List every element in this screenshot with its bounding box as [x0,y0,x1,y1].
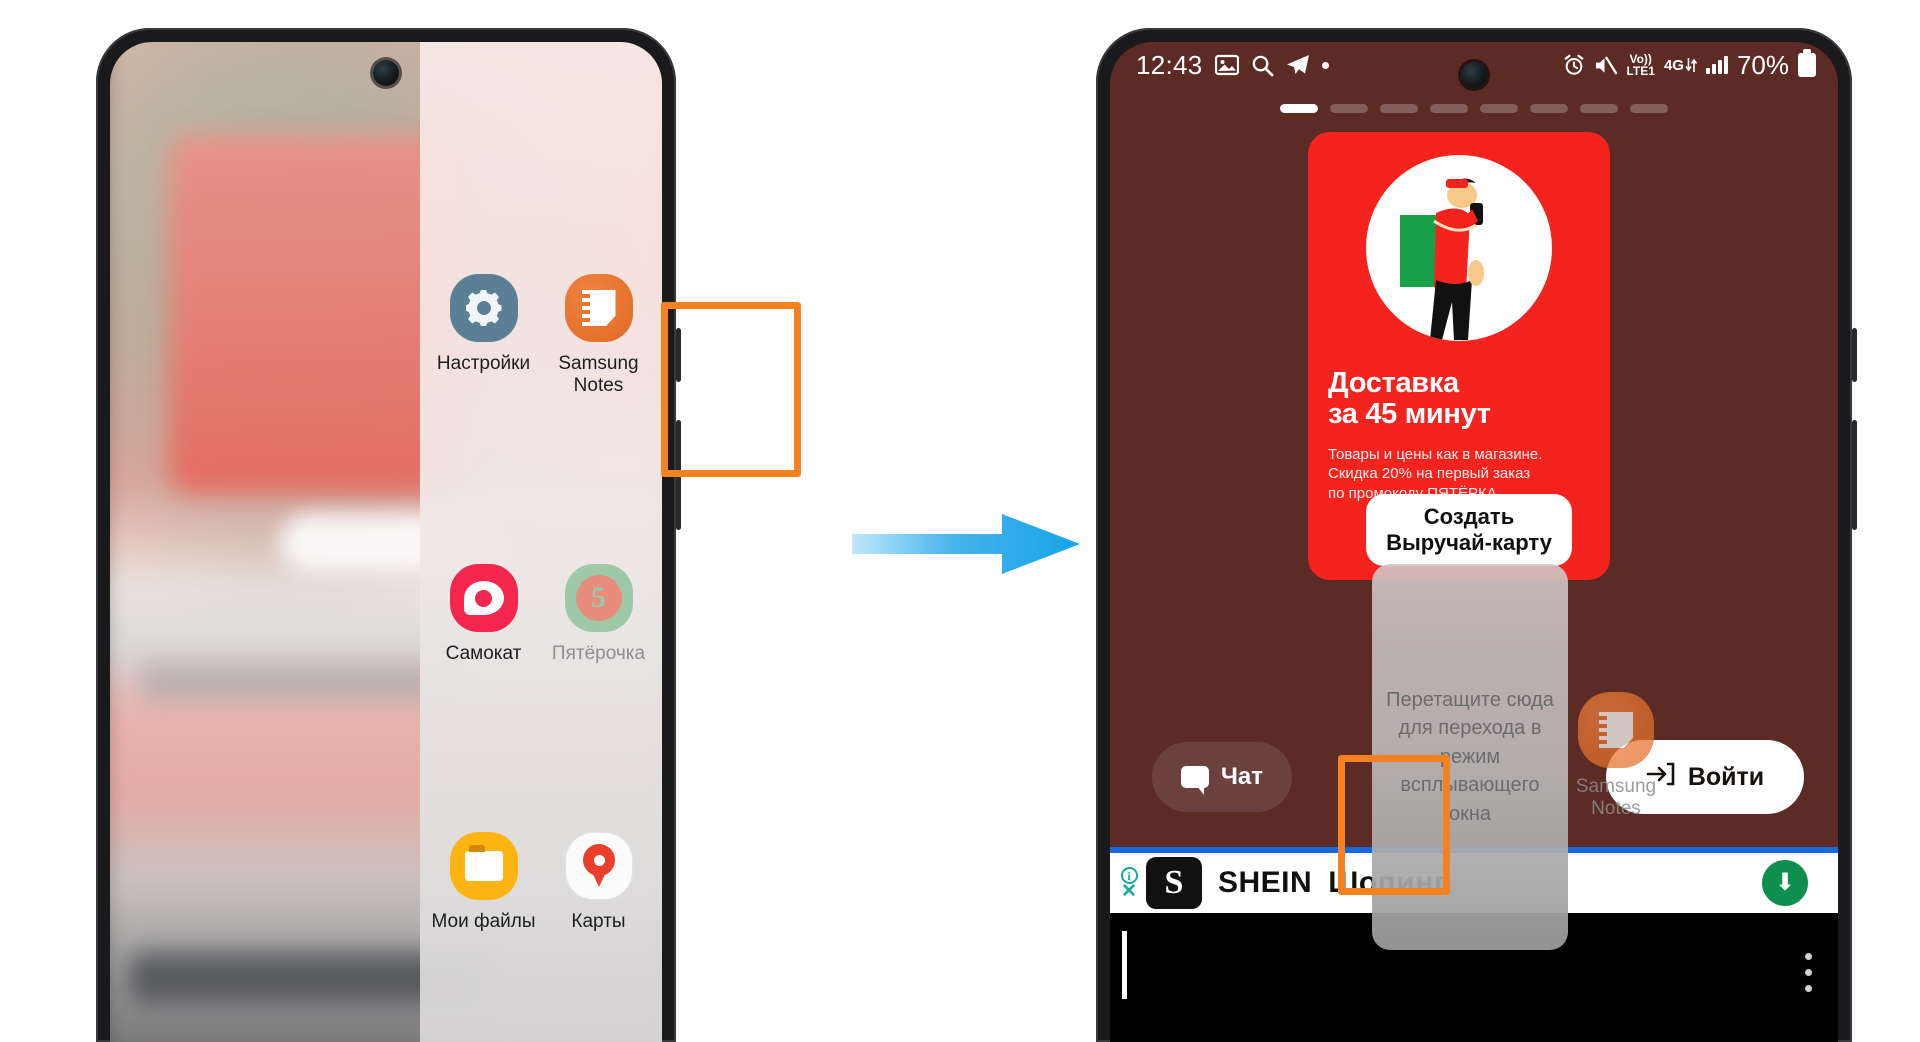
page-dot[interactable] [1580,104,1618,113]
page-dot[interactable] [1480,104,1518,113]
volume-buttons[interactable] [1852,420,1857,530]
volte-indicator: Vo)) LTE1 [1626,52,1655,78]
battery-icon [1798,49,1816,77]
edge-app-maps[interactable]: Карты [543,832,655,1042]
volume-buttons[interactable] [676,420,681,530]
status-time: 12:43 [1136,49,1203,80]
page-indicator [1110,104,1838,113]
dragged-app-label: Samsung Notes [1575,776,1657,820]
edge-app-label: Пятёрочка [551,643,646,665]
front-camera [373,60,399,86]
settings-gear-icon[interactable] [449,274,518,342]
front-camera [1461,62,1487,88]
screenshot-root: Настройки Samsung Notes Самокат 5 Пятёро… [0,0,1920,1042]
edge-app-label: Настройки [436,353,531,374]
right-phone-screen: 12:43 Vo)) LTE1 4G 70% Доставка за 45 ми… [1110,42,1838,1042]
edge-app-my-files[interactable]: Мои файлы [428,832,540,1042]
samsung-notes-icon[interactable] [1578,692,1654,768]
promo-title-line1: Доставка [1328,367,1459,399]
page-dot[interactable] [1530,104,1568,113]
edge-app-samsung-notes[interactable]: Samsung Notes [543,274,655,506]
login-button-label: Войти [1687,762,1765,791]
telegram-icon [1286,54,1310,76]
edge-app-pyaterochka[interactable]: 5 Пятёрочка [543,564,655,774]
page-dot[interactable] [1380,104,1418,113]
dragged-app-samsung-notes[interactable]: Samsung Notes [1562,692,1670,820]
page-dot[interactable] [1280,104,1318,113]
page-dot[interactable] [1630,104,1668,113]
edge-panel-app-grid: Настройки Samsung Notes Самокат 5 Пятёро… [420,42,662,1042]
power-button[interactable] [676,328,681,382]
promo-sub-line2: Скидка 20% на первый заказ [1328,465,1531,483]
close-icon[interactable]: ✕ [1121,882,1137,901]
promo-title: Доставка за 45 минут [1308,364,1610,431]
text-cursor-icon [1122,931,1127,999]
shein-logo: S [1146,857,1202,909]
create-card-line1: Создать [1423,504,1515,530]
mute-icon [1594,55,1618,76]
left-phone-frame: Настройки Samsung Notes Самокат 5 Пятёро… [96,28,681,1042]
ad-meta-controls: i ✕ [1110,867,1146,901]
chat-button-label: Чат [1221,763,1263,790]
samsung-notes-icon[interactable] [564,274,633,342]
promo-subtitle: Товары и цены как в магазине. Скидка 20%… [1308,431,1610,504]
page-dot[interactable] [1430,104,1468,113]
network-type-icon: 4G [1664,56,1697,74]
highlight-box-samsung-notes [661,302,801,477]
popup-window-drop-zone[interactable]: Перетащите сюда для перехода в режим всп… [1372,564,1568,950]
signal-bars-icon [1705,56,1728,74]
edge-app-settings[interactable]: Настройки [428,274,540,506]
promo-sub-line1: Товары и цены как в магазине. [1328,445,1543,463]
courier-with-bag-illustration [1308,132,1610,364]
alarm-icon [1563,54,1585,76]
create-card-line2: Выручай-карту [1386,530,1552,555]
my-files-folder-icon[interactable] [449,832,518,900]
gallery-icon [1214,54,1239,76]
left-phone-screen: Настройки Samsung Notes Самокат 5 Пятёро… [110,42,662,1042]
battery-percent: 70% [1736,49,1789,80]
shein-brand: SHEIN [1218,866,1313,899]
right-phone-frame: 12:43 Vo)) LTE1 4G 70% Доставка за 45 ми… [1096,28,1857,1042]
edge-app-label: Самокат [445,643,522,665]
chat-button[interactable]: Чат [1152,742,1292,812]
step-arrow [852,512,1082,576]
dot-icon [1321,61,1329,69]
pyaterochka-icon[interactable]: 5 [564,564,633,633]
create-card-button[interactable]: Создать Выручай-карту [1366,494,1572,566]
more-options-icon[interactable] [1805,953,1812,992]
search-icon [1251,54,1274,77]
maps-pin-icon[interactable] [564,832,633,900]
page-dot[interactable] [1330,104,1368,113]
drop-zone-label: Перетащите сюда для перехода в режим всп… [1386,689,1554,825]
edge-app-label: Samsung Notes [558,353,639,397]
download-icon[interactable]: ⬇ [1762,860,1808,906]
edge-panel[interactable]: Настройки Samsung Notes Самокат 5 Пятёро… [420,42,662,1042]
power-button[interactable] [1852,328,1857,382]
promo-title-line2: за 45 минут [1328,398,1491,431]
edge-app-label: Карты [571,911,626,932]
chat-bubble-icon [1181,766,1210,795]
samokat-icon[interactable] [449,564,518,633]
edge-app-samokat[interactable]: Самокат [428,564,540,774]
edge-app-label: Мои файлы [431,911,536,932]
